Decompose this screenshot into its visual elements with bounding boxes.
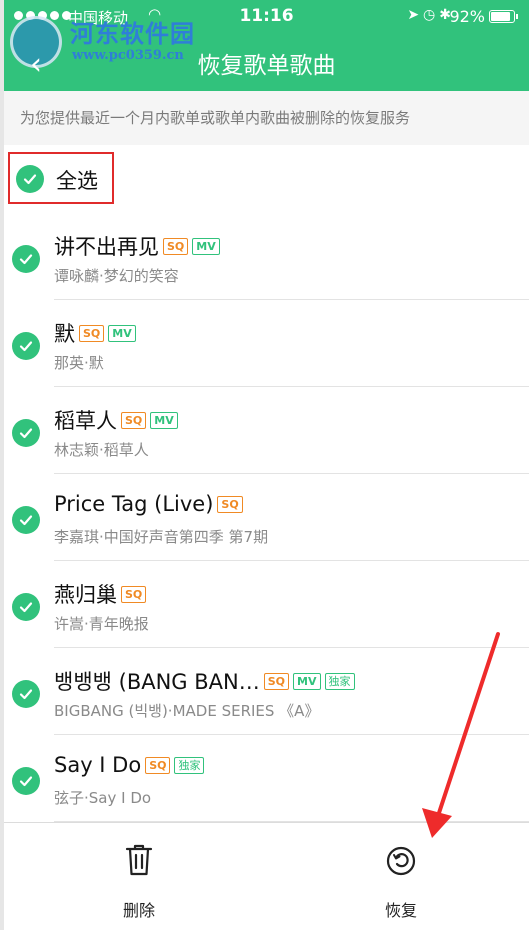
trash-icon xyxy=(125,844,153,876)
song-subtitle: BIGBANG (빅뱅)·MADE SERIES 《A》 xyxy=(54,702,320,720)
song-item[interactable]: Price Tag (Live) SQ 李嘉琪·中国好声音第四季 第7期 xyxy=(4,474,529,561)
annotation-arrow-icon xyxy=(422,632,500,838)
watermark-name: 河东软件园 xyxy=(70,20,195,48)
song-title-row: 稻草人 SQ MV xyxy=(54,405,178,435)
checkmark-icon[interactable] xyxy=(12,245,40,273)
location-alarm-bluetooth-icons: ➤◷✱ xyxy=(407,7,455,23)
sq-badge: SQ xyxy=(121,585,147,603)
exclusive-badge: 独家 xyxy=(324,672,355,690)
battery-icon xyxy=(489,10,518,23)
select-all-row[interactable]: 全选 xyxy=(8,152,114,204)
mv-badge: MV xyxy=(192,237,220,255)
battery-fill xyxy=(491,12,511,21)
checkmark-icon[interactable] xyxy=(16,165,44,193)
checkmark-icon[interactable] xyxy=(12,332,40,360)
sq-badge: SQ xyxy=(145,756,171,774)
restore-label: 恢复 xyxy=(384,901,417,920)
sq-badge: SQ xyxy=(263,672,290,690)
song-subtitle: 弦子·Say I Do xyxy=(54,789,152,807)
delete-label: 删除 xyxy=(122,901,155,920)
notice-banner: 为您提供最近一个月内歌单或歌单内歌曲被删除的恢复服务 xyxy=(4,91,529,145)
delete-button[interactable]: 删除 xyxy=(79,823,199,930)
exclusive-badge: 独家 xyxy=(174,756,205,774)
song-title-row: 讲不出再见 SQ MV xyxy=(54,231,220,261)
sq-badge: SQ xyxy=(79,324,105,342)
sq-badge: SQ xyxy=(217,495,243,513)
mv-badge: MV xyxy=(293,672,321,690)
page-title: 恢复歌单歌曲 xyxy=(197,53,336,79)
song-title: 默 xyxy=(54,322,75,346)
song-title: Say I Do xyxy=(54,753,142,777)
song-title-row: Price Tag (Live) SQ xyxy=(54,492,243,516)
song-title: Price Tag (Live) xyxy=(54,492,214,516)
song-title: 뱅뱅뱅 (BANG BAN… xyxy=(54,670,260,694)
song-title-row: 默 SQ MV xyxy=(54,318,136,348)
song-title-row: 燕归巢 SQ xyxy=(54,579,147,609)
battery-percentage: 92% xyxy=(449,7,485,26)
checkmark-icon[interactable] xyxy=(12,593,40,621)
song-item[interactable]: 稻草人 SQ MV 林志颖·稻草人 xyxy=(4,387,529,474)
song-title-row: Say I Do SQ 独家 xyxy=(54,753,205,777)
checkmark-icon[interactable] xyxy=(12,419,40,447)
song-subtitle: 许嵩·青年晚报 xyxy=(54,615,149,633)
screen: 中国移动 ◠ 11:16 ➤◷✱ 92% 河东软件园 www.pc0359.cn… xyxy=(0,0,529,930)
checkmark-icon[interactable] xyxy=(12,767,40,795)
sq-badge: SQ xyxy=(163,237,189,255)
song-subtitle: 谭咏麟·梦幻的笑容 xyxy=(54,267,179,285)
mv-badge: MV xyxy=(108,324,136,342)
song-item[interactable]: 讲不出再见 SQ MV 谭咏麟·梦幻的笑容 xyxy=(4,213,529,300)
checkmark-icon[interactable] xyxy=(12,506,40,534)
song-title: 稻草人 xyxy=(54,409,117,433)
checkmark-icon[interactable] xyxy=(12,680,40,708)
song-subtitle: 那英·默 xyxy=(54,354,104,372)
mv-badge: MV xyxy=(150,411,178,429)
song-item[interactable]: 默 SQ MV 那英·默 xyxy=(4,300,529,387)
header: 中国移动 ◠ 11:16 ➤◷✱ 92% 河东软件园 www.pc0359.cn… xyxy=(4,0,529,91)
sq-badge: SQ xyxy=(121,411,147,429)
song-subtitle: 林志颖·稻草人 xyxy=(54,441,149,459)
restore-icon xyxy=(386,846,416,876)
song-title: 燕归巢 xyxy=(54,583,117,607)
song-title: 讲不出再见 xyxy=(54,235,159,259)
song-title-row: 뱅뱅뱅 (BANG BAN… SQ MV 独家 xyxy=(54,666,355,696)
select-all-label: 全选 xyxy=(56,169,98,193)
song-subtitle: 李嘉琪·中国好声音第四季 第7期 xyxy=(54,528,269,546)
